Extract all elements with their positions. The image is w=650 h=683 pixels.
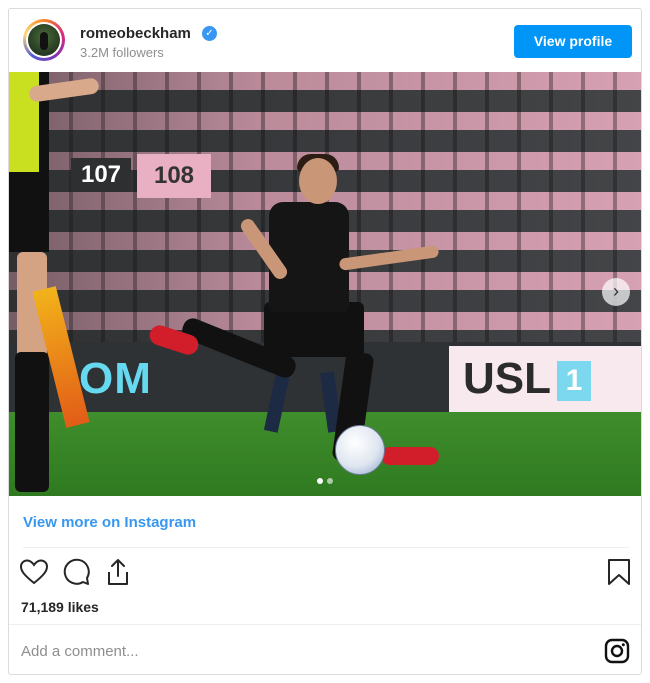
followers-count: 3.2M followers [80, 45, 164, 60]
chevron-right-icon[interactable]: › [602, 278, 630, 306]
post-header: romeobeckham ✓ 3.2M followers View profi… [9, 9, 641, 72]
view-profile-button[interactable]: View profile [514, 25, 632, 58]
instagram-embed-card: romeobeckham ✓ 3.2M followers View profi… [8, 8, 642, 675]
usl-banner-text: USL [463, 354, 551, 403]
referee-figure [9, 72, 100, 496]
bookmark-icon[interactable] [604, 557, 634, 587]
divider [23, 547, 629, 548]
share-icon[interactable] [103, 557, 133, 587]
verified-badge-icon: ✓ [202, 26, 217, 41]
usl-banner: USL 1 [449, 346, 641, 412]
ad-board-text-left: OM [79, 354, 152, 403]
view-more-link[interactable]: View more on Instagram [23, 514, 196, 531]
heart-icon[interactable] [19, 557, 49, 587]
comment-placeholder[interactable]: Add a comment... [21, 643, 139, 660]
instagram-icon[interactable] [604, 638, 630, 664]
usl-banner-badge: 1 [557, 361, 591, 402]
carousel-dot-active [317, 478, 323, 484]
soccer-ball [335, 425, 385, 475]
comment-icon[interactable] [61, 557, 91, 587]
avatar[interactable] [23, 19, 65, 61]
carousel-dot [327, 478, 333, 484]
carousel-dots [315, 478, 339, 486]
comment-bar[interactable]: Add a comment... [9, 624, 641, 674]
post-photo[interactable]: 107 108 OM USL 1 › [9, 72, 641, 496]
avatar-image [28, 24, 60, 56]
likes-count[interactable]: 71,189 likes [21, 599, 99, 615]
player-figure [147, 152, 449, 472]
section-sign-107: 107 [71, 158, 131, 192]
username-link[interactable]: romeobeckham [80, 25, 191, 42]
